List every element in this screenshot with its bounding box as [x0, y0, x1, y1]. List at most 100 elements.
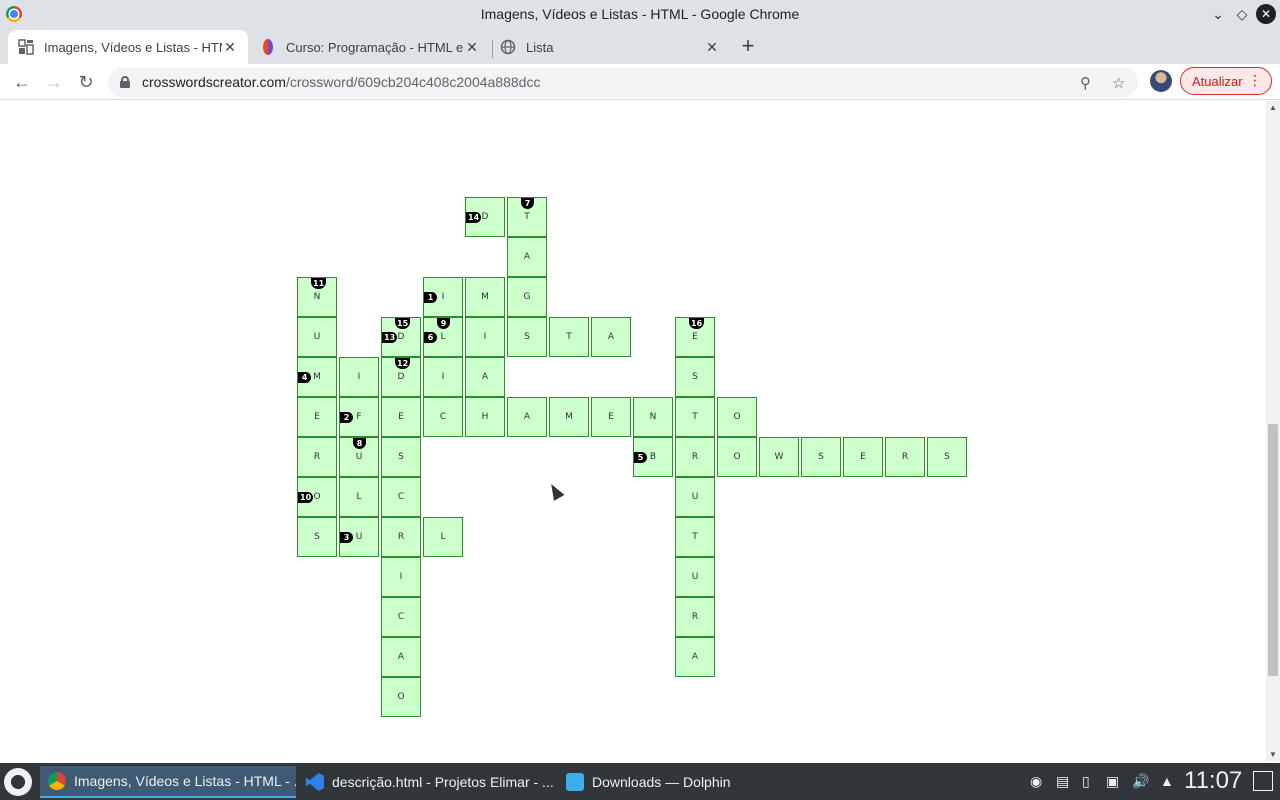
usb-device-icon[interactable]: ▯ — [1082, 773, 1090, 790]
show-desktop-icon[interactable] — [1253, 771, 1273, 791]
crossword-cell[interactable]: U — [675, 477, 715, 517]
crossword-cell[interactable]: U — [297, 317, 337, 357]
crossword-cell[interactable]: E — [591, 397, 631, 437]
crossword-cell[interactable]: C — [423, 397, 463, 437]
crossword-cell[interactable]: F2 — [339, 397, 379, 437]
crossword-cell[interactable]: M — [465, 277, 505, 317]
crossword-cell[interactable]: I — [423, 357, 463, 397]
crossword-cell[interactable]: S — [801, 437, 841, 477]
crossword-cell[interactable]: N — [633, 397, 673, 437]
crossword-cell[interactable]: T — [675, 397, 715, 437]
network-status-icon[interactable]: ◉ — [1030, 773, 1042, 790]
cell-letter: A — [481, 372, 489, 382]
profile-avatar[interactable] — [1150, 70, 1172, 92]
crossword-cell[interactable]: O 10 — [297, 477, 337, 517]
clue-number: 5 — [634, 452, 647, 463]
crossword-cell[interactable]: E — [381, 397, 421, 437]
crossword-cell[interactable]: T — [675, 517, 715, 557]
crossword-cell[interactable]: A — [507, 237, 547, 277]
forward-arrow-icon[interactable]: → — [42, 70, 66, 94]
crossword-cell[interactable]: R — [885, 437, 925, 477]
crossword-cell[interactable]: E 16 — [675, 317, 715, 357]
crossword-cell[interactable]: W — [759, 437, 799, 477]
maximize-icon[interactable]: ◇ — [1232, 4, 1252, 24]
crossword-cell[interactable]: O — [381, 677, 421, 717]
reload-icon[interactable]: ↻ — [74, 70, 98, 94]
clock[interactable]: 11:07 — [1184, 767, 1242, 795]
address-bar[interactable]: crosswordscreator.com/crossword/609cb204… — [108, 67, 1138, 97]
crossword-cell[interactable]: D 14 — [465, 197, 505, 237]
crossword-cell[interactable]: A — [465, 357, 505, 397]
crossword-cell[interactable]: A — [507, 397, 547, 437]
crossword-cell[interactable]: C — [381, 597, 421, 637]
cell-letter: G — [523, 292, 531, 302]
crossword-cell[interactable]: E — [843, 437, 883, 477]
crossword-cell[interactable]: L69 — [423, 317, 463, 357]
back-arrow-icon[interactable]: ← — [10, 70, 34, 94]
volume-icon[interactable]: 🔊 — [1132, 773, 1149, 790]
task-dolphin[interactable]: Downloads — Dolphin — [558, 766, 814, 798]
cell-letter: D — [397, 332, 405, 342]
crossword-cell[interactable]: S — [297, 517, 337, 557]
bookmark-star-icon[interactable]: ☆ — [1112, 74, 1125, 92]
crossword-cell[interactable]: M4 — [297, 357, 337, 397]
crossword-cell[interactable]: R — [675, 437, 715, 477]
crossword-cell[interactable]: S — [927, 437, 967, 477]
crossword-cell[interactable]: I1 — [423, 277, 463, 317]
crossword-cell[interactable]: C — [381, 477, 421, 517]
crossword-cell[interactable]: T — [549, 317, 589, 357]
crossword-cell[interactable]: R — [381, 517, 421, 557]
crossword-cell[interactable]: S — [507, 317, 547, 357]
crossword-cell[interactable]: L — [339, 477, 379, 517]
crossword-cell[interactable]: O — [717, 437, 757, 477]
scrollbar-thumb[interactable] — [1268, 424, 1278, 676]
crossword-cell[interactable]: H — [465, 397, 505, 437]
zoom-icon[interactable]: ⚲ — [1080, 74, 1091, 92]
crossword-cell[interactable]: I — [465, 317, 505, 357]
close-window-icon[interactable]: ✕ — [1256, 4, 1276, 24]
crossword-cell[interactable]: N 11 — [297, 277, 337, 317]
crossword-cell[interactable]: M — [549, 397, 589, 437]
close-tab-icon[interactable]: ✕ — [704, 39, 720, 56]
menu-dots-icon[interactable]: ⋮ — [1248, 72, 1262, 89]
crossword-cell[interactable]: U8 — [339, 437, 379, 477]
crossword-cell[interactable]: U — [675, 557, 715, 597]
cell-letter: B — [649, 452, 657, 462]
crossword-cell[interactable]: I — [339, 357, 379, 397]
close-tab-icon[interactable]: ✕ — [464, 39, 480, 56]
close-tab-icon[interactable]: ✕ — [222, 39, 238, 56]
url-text[interactable]: crosswordscreator.com/crossword/609cb204… — [142, 74, 540, 90]
crossword-cell[interactable]: R — [675, 597, 715, 637]
crossword-cell[interactable]: S — [675, 357, 715, 397]
crossword-cell[interactable]: B5 — [633, 437, 673, 477]
crossword-cell[interactable]: E — [297, 397, 337, 437]
crossword-cell[interactable]: I — [381, 557, 421, 597]
app-launcher-icon[interactable] — [4, 768, 32, 796]
crossword-cell[interactable]: L — [423, 517, 463, 557]
scroll-down-icon[interactable]: ▼ — [1269, 750, 1277, 759]
crossword-cell[interactable]: D 13 15 — [381, 317, 421, 357]
crossword-cell[interactable]: A — [381, 637, 421, 677]
task-vscode[interactable]: descrição.html - Projetos Elimar - ... — [298, 766, 554, 798]
tab-lista[interactable]: Lista ✕ — [490, 30, 730, 64]
crossword-cell[interactable]: R — [297, 437, 337, 477]
task-chrome[interactable]: Imagens, Vídeos e Listas - HTML - ... — [40, 766, 296, 798]
network-wired-icon[interactable]: ▣ — [1106, 773, 1119, 790]
tab-imagens[interactable]: Imagens, Vídeos e Listas - HTML - Google… — [8, 30, 248, 64]
tray-expand-icon[interactable]: ▲ — [1160, 773, 1174, 789]
crossword-cell[interactable]: G — [507, 277, 547, 317]
crossword-cell[interactable]: U3 — [339, 517, 379, 557]
crossword-cell[interactable]: D 12 — [381, 357, 421, 397]
new-tab-icon[interactable]: + — [736, 35, 760, 57]
clipboard-icon[interactable]: ▤ — [1056, 773, 1069, 790]
crossword-cell[interactable]: T7 — [507, 197, 547, 237]
crossword-cell[interactable]: O — [717, 397, 757, 437]
crossword-cell[interactable]: A — [675, 637, 715, 677]
crossword-cell[interactable]: S — [381, 437, 421, 477]
minimize-icon[interactable]: ⌄ — [1208, 4, 1228, 24]
page-scrollbar[interactable]: ▲ ▼ — [1266, 101, 1280, 761]
update-button[interactable]: Atualizar ⋮ — [1180, 67, 1272, 95]
tab-curso[interactable]: Curso: Programação - HTML e CSS ✕ — [250, 30, 490, 64]
crossword-cell[interactable]: A — [591, 317, 631, 357]
scroll-up-icon[interactable]: ▲ — [1269, 103, 1277, 112]
